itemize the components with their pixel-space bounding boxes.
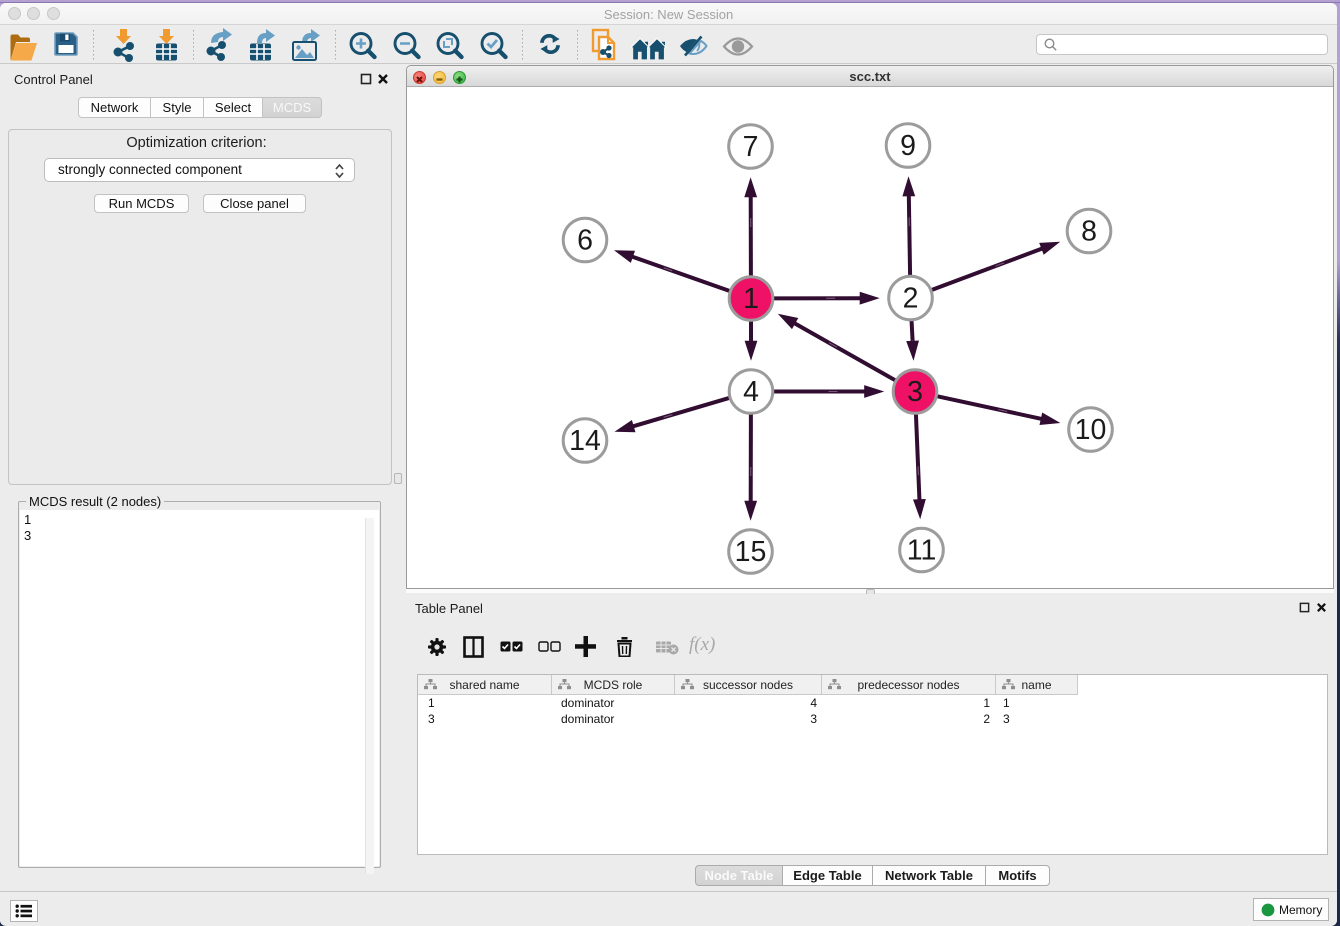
svg-text:9: 9	[900, 130, 916, 162]
svg-text:1: 1	[743, 283, 759, 315]
svg-text:3: 3	[907, 376, 923, 408]
svg-text:4: 4	[743, 376, 759, 408]
svg-text:7: 7	[743, 131, 759, 163]
svg-text:6: 6	[577, 225, 593, 257]
svg-text:2: 2	[903, 283, 919, 315]
svg-text:11: 11	[907, 535, 937, 567]
svg-text:14: 14	[569, 425, 601, 457]
svg-text:10: 10	[1075, 414, 1107, 446]
svg-text:8: 8	[1081, 216, 1097, 248]
svg-text:15: 15	[735, 536, 767, 568]
